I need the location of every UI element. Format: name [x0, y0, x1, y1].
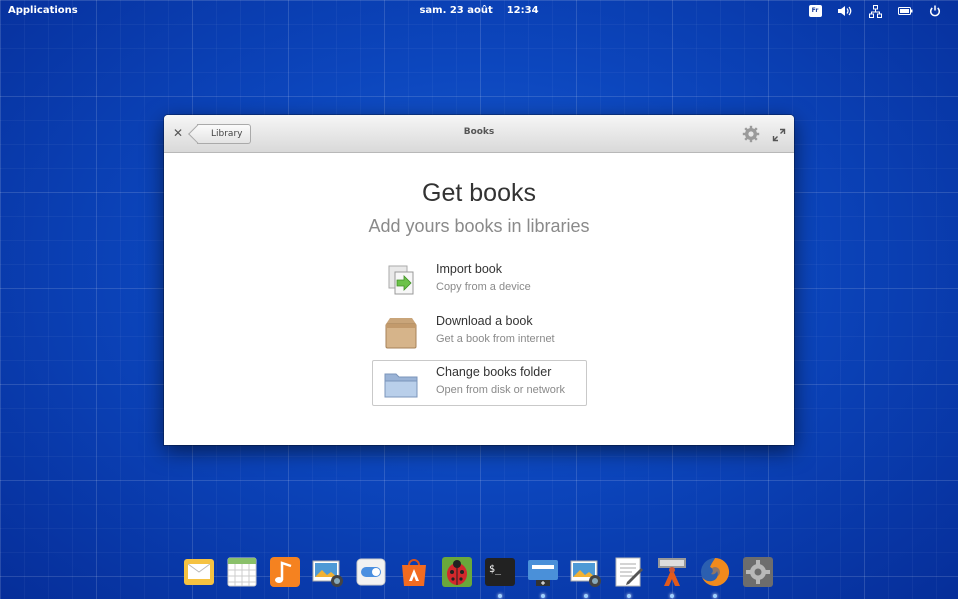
dock-item-photos[interactable]: [309, 553, 347, 593]
running-indicator: [713, 594, 717, 598]
switchboard-toggle-icon: [356, 558, 386, 586]
top-panel: Applications sam. 23 août 12:34 Fr: [0, 0, 958, 22]
dock-item-app-center[interactable]: [395, 553, 433, 593]
download-book-title: Download a book: [436, 314, 533, 328]
books-window: ✕ Library Books Get books Add yours book…: [164, 115, 794, 445]
window-title: Books: [463, 127, 495, 137]
dock-item-calendar[interactable]: [223, 553, 261, 593]
download-book-subtitle: Get a book from internet: [436, 333, 555, 345]
indicator-area: Fr: [800, 3, 950, 19]
maximize-icon: [772, 128, 786, 142]
music-icon: [270, 557, 300, 587]
dock-item-ladybug[interactable]: [438, 553, 476, 593]
gear-icon: [742, 125, 760, 143]
welcome-view: Get books Add yours books in libraries I…: [164, 153, 794, 445]
running-indicator: [498, 594, 502, 598]
volume-icon[interactable]: [830, 3, 860, 19]
running-indicator: [584, 594, 588, 598]
dock-item-screenshot[interactable]: [524, 553, 562, 598]
import-book-subtitle: Copy from a device: [436, 281, 531, 293]
keyboard-layout-icon[interactable]: Fr: [800, 3, 830, 19]
screenshot-icon: [528, 560, 558, 586]
network-icon[interactable]: [860, 3, 890, 19]
folder-icon: [384, 373, 418, 398]
change-folder-subtitle: Open from disk or network: [436, 384, 565, 396]
battery-icon[interactable]: [890, 3, 920, 19]
firefox-icon: [701, 557, 730, 586]
dock-item-music[interactable]: [266, 553, 304, 593]
change-books-folder-button[interactable]: Change books folder Open from disk or ne…: [372, 360, 587, 406]
dock-item-firefox[interactable]: [696, 553, 734, 598]
text-editor-icon: [615, 557, 643, 587]
titlebar: ✕ Library Books: [164, 115, 794, 153]
dock-item-switchboard[interactable]: [352, 553, 390, 593]
photos-icon: [570, 560, 601, 587]
system-settings-icon: [743, 557, 773, 587]
change-folder-title: Change books folder: [436, 365, 552, 379]
maximize-button[interactable]: [772, 127, 786, 142]
dock-item-system-settings[interactable]: [739, 553, 777, 593]
ladybug-icon: [442, 557, 472, 587]
dock-item-photos-2[interactable]: [567, 553, 605, 598]
terminal-icon: $_: [485, 558, 515, 586]
running-indicator: [541, 594, 545, 598]
import-document-icon: [388, 265, 414, 295]
date-time-label[interactable]: sam. 23 août 12:34: [419, 5, 538, 16]
running-indicator: [627, 594, 631, 598]
mail-icon: [184, 559, 214, 585]
download-book-button[interactable]: Download a book Get a book from internet: [372, 309, 587, 355]
welcome-subtitle: Add yours books in libraries: [368, 216, 590, 236]
import-book-title: Import book: [436, 262, 503, 276]
photos-icon: [312, 560, 343, 587]
dock-item-mail[interactable]: [180, 553, 218, 593]
settings-button[interactable]: [742, 125, 760, 143]
books-app-icon: [658, 558, 686, 586]
keyboard-layout-label: Fr: [808, 5, 822, 17]
import-book-button[interactable]: Import book Copy from a device: [372, 257, 587, 303]
power-icon[interactable]: [920, 3, 950, 19]
dock-item-books[interactable]: [653, 553, 691, 598]
dock-item-terminal[interactable]: $_: [481, 553, 519, 598]
package-box-icon: [385, 318, 417, 349]
dock: $_: [180, 553, 777, 599]
applications-menu[interactable]: Applications: [8, 5, 78, 16]
welcome-title: Get books: [422, 179, 536, 207]
calendar-icon: [227, 557, 257, 587]
app-center-icon: [402, 559, 426, 586]
dock-item-text-editor[interactable]: [610, 553, 648, 598]
svg-text:$_: $_: [489, 564, 502, 575]
running-indicator: [670, 594, 674, 598]
